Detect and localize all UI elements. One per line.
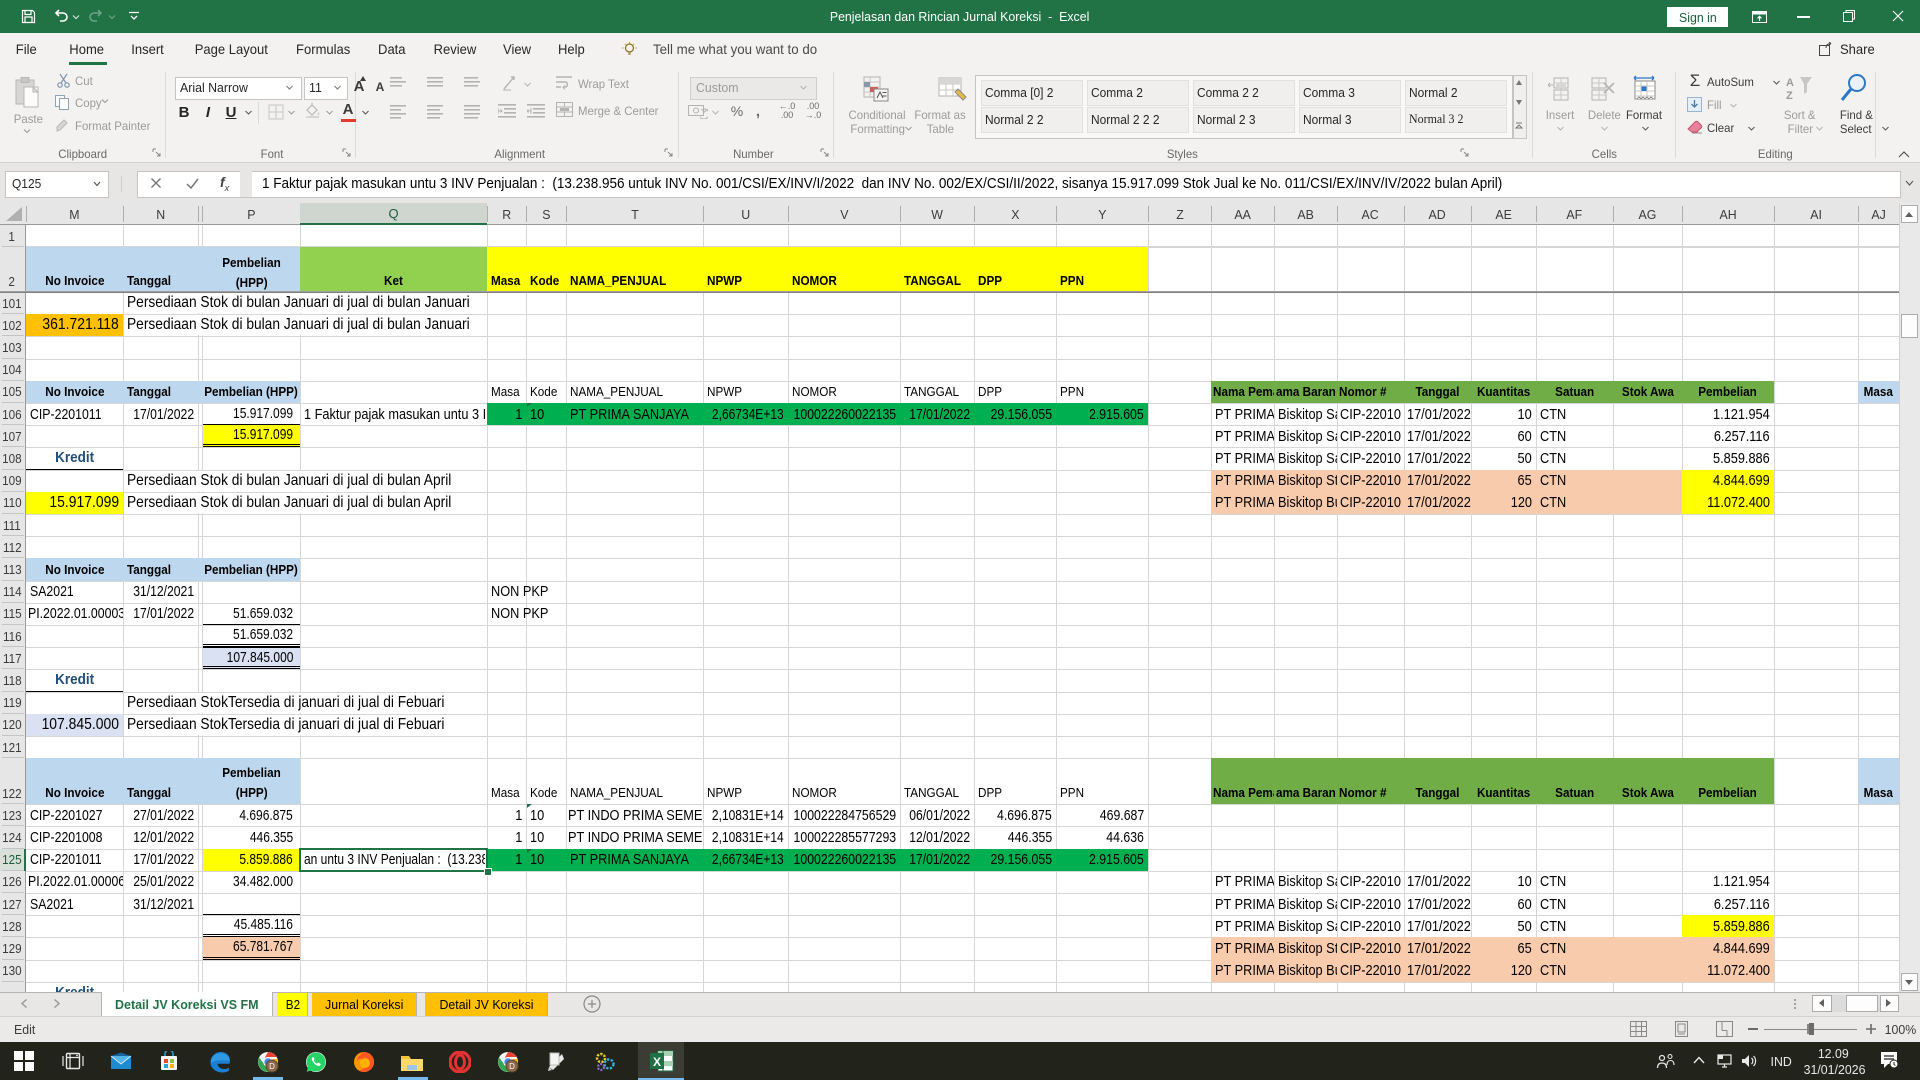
svg-text:D: D — [269, 1062, 275, 1071]
svg-text:Z: Z — [1786, 90, 1793, 101]
svg-text:A: A — [1786, 77, 1794, 89]
svg-text:X: X — [653, 1055, 661, 1069]
svg-text:D: D — [509, 1062, 515, 1071]
